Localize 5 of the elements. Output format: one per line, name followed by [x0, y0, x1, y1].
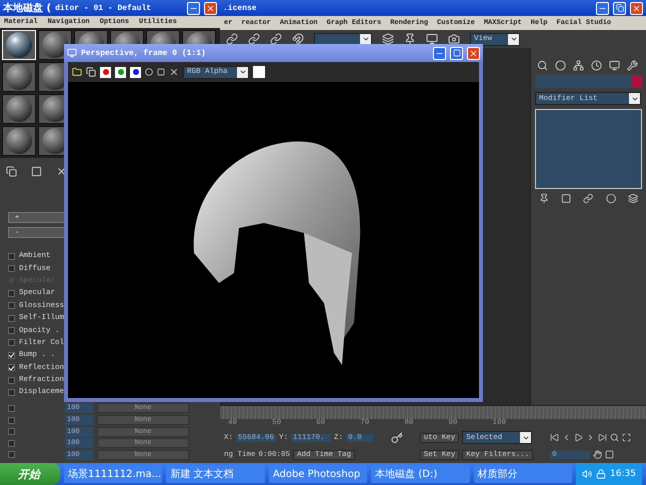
window-title: ditor - 01 - Default: [55, 4, 152, 12]
window-title: 本地磁盘 (: [3, 2, 52, 15]
clock: 16:35: [610, 469, 636, 479]
window-title: Perspective, frame 0 (1:1): [81, 48, 207, 58]
window-title: .icense: [223, 4, 258, 12]
